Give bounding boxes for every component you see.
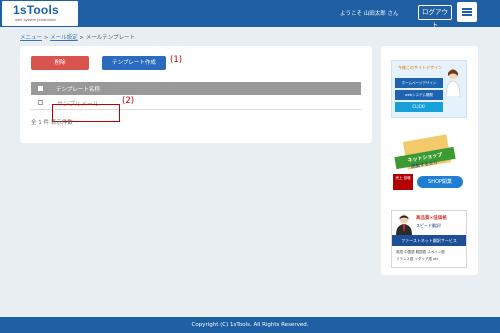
row-checkbox[interactable] — [38, 100, 43, 105]
woman-icon — [445, 69, 461, 97]
record-count: 全 1 件 表示件数 — [31, 120, 73, 126]
sidebar-ads: 今後このサイトデザイン ホームページデザイン webシステム開発 CLICK! … — [381, 46, 478, 275]
page-footer: Copyright (C) 1sTools. All Rights Reserv… — [0, 317, 500, 333]
banner2-pill: SHOP開業 — [417, 176, 463, 188]
banner3-subtitle: スピード翻訳! — [416, 223, 442, 228]
site-logo[interactable]: 1sTools web system production — [2, 1, 78, 26]
banner1-click: CLICK! — [395, 102, 443, 112]
breadcrumb-mail-settings-link[interactable]: メール設定 — [50, 35, 78, 41]
banner3-languages-2: フランス語 イタリア語 etc — [396, 257, 439, 261]
banner1-line2: webシステム開発 — [395, 90, 443, 100]
breadcrumb-menu-link[interactable]: メニュー — [20, 35, 42, 41]
select-all-checkbox[interactable] — [38, 86, 43, 91]
net-shop-banner[interactable]: ネットショップ 開業するなら 売上 倍増 SHOP開業 — [391, 134, 467, 192]
banner2-badge: 売上 倍増 — [393, 174, 413, 190]
breadcrumb-separator: > — [43, 35, 49, 41]
top-header: 1sTools web system production ようこそ 山田太郎 … — [0, 0, 500, 29]
banner3-service-name: ファーストネット翻訳サービス — [392, 235, 466, 246]
banner1-title: 今後このサイトデザイン — [398, 65, 442, 70]
create-template-button[interactable]: テンプレート作成 — [102, 56, 166, 70]
hamburger-menu-icon[interactable] — [457, 2, 477, 22]
translation-banner[interactable]: 高品質×低価格 スピード翻訳! ファーストネット翻訳サービス 英語 中国語 韓国… — [391, 210, 467, 268]
banner3-title: 高品質×低価格 — [416, 216, 447, 221]
breadcrumb: メニュー > メール設定 > メールテンプレート — [20, 33, 135, 41]
annotation-2: (2) — [122, 96, 135, 106]
breadcrumb-current: メールテンプレート — [85, 35, 136, 41]
welcome-text: ようこそ 山田太郎 さん — [340, 11, 399, 17]
annotation-1: (1) — [170, 55, 183, 65]
column-header-template-name: テンプレート名称 — [56, 87, 100, 93]
logout-button[interactable]: ログアウト — [418, 5, 452, 29]
table-header: テンプレート名称 — [31, 82, 361, 95]
banner1-line1: ホームページデザイン — [395, 78, 443, 88]
web-design-banner[interactable]: 今後このサイトデザイン ホームページデザイン webシステム開発 CLICK! — [391, 60, 467, 118]
template-list-panel: 削除 テンプレート作成 (1) テンプレート名称 サンプルメール (2) 全 1… — [20, 46, 372, 143]
logo-text: 1sTools — [13, 3, 59, 17]
breadcrumb-separator: > — [79, 35, 84, 41]
logo-subtext: web system production — [15, 17, 56, 22]
banner3-languages-1: 英語 中国語 韓国語 スペイン語 — [396, 250, 445, 254]
businessman-icon — [396, 214, 412, 235]
delete-button[interactable]: 削除 — [31, 56, 89, 70]
